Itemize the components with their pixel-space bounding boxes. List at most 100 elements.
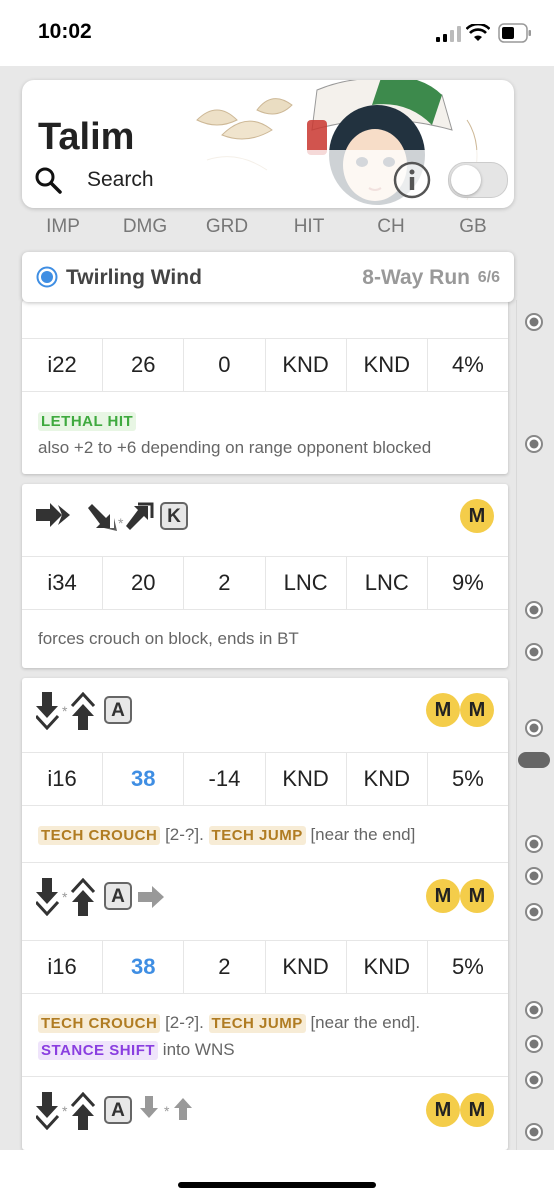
link-dot-icon[interactable] [524, 834, 544, 854]
movelist-name: Twirling Wind [66, 266, 202, 289]
command-input: * * [36, 1092, 236, 1130]
stat-hit: KND [266, 753, 347, 805]
filter-toggle[interactable] [448, 162, 508, 198]
stat-gb: 5% [452, 766, 484, 791]
column-header-gb: GB [459, 216, 487, 237]
stats-row: i16 38 2 KND KND 5% [22, 940, 508, 994]
lethal-hit-tag: LETHAL HIT [38, 412, 137, 431]
column-header-imp: IMP [46, 216, 80, 237]
column-header-dmg: DMG [122, 216, 168, 237]
mid-badge: M [460, 693, 494, 727]
character-header: Talim Search [22, 80, 514, 208]
stat-imp: i34 [22, 557, 104, 609]
stat-hit: KND [266, 941, 347, 993]
column-header-ch: CH [377, 216, 405, 237]
down-arrow-icon [36, 692, 60, 730]
move-note-text: also +2 to +6 depending on range opponen… [38, 438, 432, 457]
up-forward-arrow-icon [126, 502, 154, 530]
link-dot-icon[interactable] [524, 434, 544, 454]
down-forward-arrow-icon [88, 504, 117, 531]
stats-row: i34 20 2 LNC LNC 9% [22, 556, 508, 610]
link-dot-icon[interactable] [524, 642, 544, 662]
up-arrow-icon [70, 878, 96, 916]
link-dot-icon[interactable] [524, 1034, 544, 1054]
mid-badge: M [460, 1093, 494, 1127]
stat-dmg: 38 [103, 941, 185, 993]
status-time: 10:02 [38, 20, 92, 43]
note-text: [2-?]. [160, 825, 209, 844]
search-bar[interactable]: Search [22, 150, 514, 208]
stat-dmg: 38 [103, 753, 185, 805]
link-dot-icon[interactable] [524, 600, 544, 620]
down-arrow-icon [36, 878, 60, 916]
stance-shift-tag: STANCE SHIFT [38, 1041, 159, 1060]
status-bar: 10:02 [0, 0, 554, 66]
mid-badge: M [460, 499, 494, 533]
down-arrow-icon [140, 1096, 158, 1118]
column-header-grd: GRD [205, 216, 249, 237]
svg-text:*: * [62, 1103, 68, 1119]
move-card[interactable]: i22 26 0 KND KND 4% LETHAL HIT also +2 t… [22, 300, 508, 474]
tech-crouch-tag: TECH CROUCH [38, 826, 161, 845]
link-dot-icon[interactable] [524, 1000, 544, 1020]
link-dot-icon[interactable] [524, 902, 544, 922]
search-icon [35, 167, 62, 194]
up-arrow-icon [70, 692, 96, 730]
stat-imp: i16 [22, 753, 104, 805]
stat-grd: 0 [184, 339, 266, 391]
home-indicator-area [0, 1150, 554, 1200]
stat-hit: LNC [266, 557, 347, 609]
move-group-card[interactable]: * A M M i16 38 -14 KND KND 5% TECH CROUC… [22, 678, 508, 1150]
toggle-knob [451, 165, 481, 195]
stat-ch: KND [347, 941, 428, 993]
stat-gb: 5% [452, 954, 484, 979]
tech-jump-tag: TECH JUMP [208, 826, 306, 845]
svg-text:*: * [164, 1103, 170, 1119]
search-placeholder: Search [87, 168, 154, 191]
stat-dmg: 26 [103, 339, 185, 391]
tech-jump-tag: TECH JUMP [208, 1014, 306, 1033]
stance-count: 6/6 [477, 269, 500, 286]
info-icon[interactable] [392, 160, 432, 200]
svg-text:*: * [118, 515, 124, 531]
divider [22, 1076, 508, 1077]
move-card[interactable]: * K M i34 20 2 LNC LNC 9% forces crouch … [22, 484, 508, 668]
link-dot-icon[interactable] [524, 312, 544, 332]
svg-text:*: * [62, 703, 68, 719]
column-headers: IMP DMG GRD HIT CH GB [22, 216, 514, 246]
note-text: into WNS [158, 1040, 235, 1059]
stat-gb: 4% [452, 352, 484, 377]
up-arrow-icon [70, 1092, 96, 1130]
scroll-rail [516, 300, 517, 1150]
down-arrow-icon [36, 1092, 60, 1130]
radio-selected-icon [36, 266, 58, 288]
cellular-signal-icon [436, 26, 461, 42]
movelist-selector[interactable]: Twirling Wind 8-Way Run 6/6 [22, 252, 514, 302]
battery-icon [498, 23, 531, 43]
stat-ch: KND [347, 339, 428, 391]
stat-imp: i16 [22, 941, 104, 993]
command-input: * [36, 498, 236, 534]
note-text: [near the end] [305, 825, 416, 844]
stat-grd: 2 [184, 557, 266, 609]
stance-name: 8-Way Run [362, 266, 470, 289]
scroll-thumb[interactable] [518, 752, 550, 768]
stat-dmg: 20 [103, 557, 185, 609]
stat-gb: 9% [452, 570, 484, 595]
stat-grd: -14 [184, 753, 266, 805]
mid-badge: M [426, 693, 460, 727]
wifi-icon [466, 24, 490, 41]
a-button-icon: A [104, 1096, 132, 1124]
svg-text:*: * [62, 889, 68, 905]
home-indicator[interactable] [178, 1182, 376, 1188]
link-dot-icon[interactable] [524, 718, 544, 738]
link-dot-icon[interactable] [524, 1122, 544, 1142]
stat-ch: KND [347, 753, 428, 805]
stats-row: i16 38 -14 KND KND 5% [22, 752, 508, 806]
link-dot-icon[interactable] [524, 1070, 544, 1090]
move-note: LETHAL HIT also +2 to +6 depending on ra… [38, 408, 498, 461]
stats-row: i22 26 0 KND KND 4% [22, 338, 508, 392]
a-button-icon: A [104, 882, 132, 910]
link-dot-icon[interactable] [524, 866, 544, 886]
stat-imp: i22 [22, 339, 104, 391]
